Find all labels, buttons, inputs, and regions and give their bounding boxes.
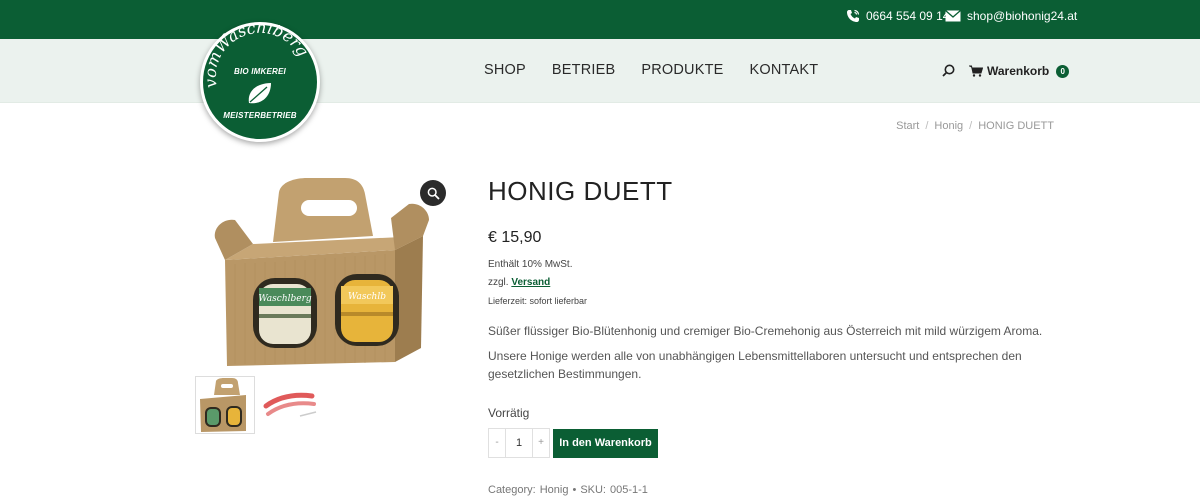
category-label: Category: xyxy=(488,484,536,496)
phone-number: 0664 554 09 14 xyxy=(866,9,950,23)
site-header: SHOP BETRIEB PRODUKTE KONTAKT Warenkorb … xyxy=(0,39,1200,103)
sku-label: SKU: xyxy=(580,484,606,496)
nav-item-produkte[interactable]: PRODUKTE xyxy=(641,62,723,78)
jar1-label: Waschlberg xyxy=(258,294,312,304)
product-price: € 15,90 xyxy=(488,229,542,246)
main-nav: SHOP BETRIEB PRODUKTE KONTAKT xyxy=(484,62,818,78)
envelope-icon xyxy=(945,10,961,22)
search-icon xyxy=(942,64,955,77)
quantity-increase-button[interactable]: + xyxy=(533,429,549,457)
product-description-1: Süßer flüssiger Bio-Blütenhonig und crem… xyxy=(488,324,1043,338)
product-image[interactable]: Waschlberg Waschlb xyxy=(195,174,453,366)
logo-line-meisterbetrieb: MEISTERBETRIEB xyxy=(223,111,297,120)
product-description-2: Unsere Honige werden alle von unabhängig… xyxy=(488,349,1022,381)
logo-script-text: vomWaschlberg xyxy=(203,25,313,89)
thumbnail-product-box[interactable] xyxy=(195,376,255,434)
quantity-stepper[interactable]: - 1 + xyxy=(488,428,550,458)
phone-contact[interactable]: 0664 554 09 14 xyxy=(846,9,949,23)
nav-item-kontakt[interactable]: KONTAKT xyxy=(750,62,819,78)
shipping-prefix: zzgl. xyxy=(488,277,509,288)
magnifier-icon xyxy=(427,187,440,200)
nav-item-shop[interactable]: SHOP xyxy=(484,62,526,78)
cart-label: Warenkorb xyxy=(987,64,1050,78)
breadcrumb-current: HONIG DUETT xyxy=(978,120,1054,132)
cart-count-badge: 0 xyxy=(1056,64,1070,78)
shipping-note: zzgl. Versand xyxy=(488,277,550,288)
quantity-decrease-button[interactable]: - xyxy=(489,429,505,457)
shipping-link[interactable]: Versand xyxy=(511,277,550,288)
stock-status: Vorrätig xyxy=(488,406,530,420)
logo-line-bio-imkerei: BIO IMKEREI xyxy=(234,67,286,76)
breadcrumb: Start / Honig / HONIG DUETT xyxy=(896,120,1054,132)
thumbnail-certification-logo[interactable] xyxy=(260,376,320,434)
phone-icon xyxy=(847,9,860,22)
jar2-label: Waschlb xyxy=(348,292,386,302)
zoom-button[interactable] xyxy=(420,180,446,206)
product-title: HONIG DUETT xyxy=(488,176,673,206)
email-contact[interactable]: shop@biohonig24.at xyxy=(945,9,1077,23)
quantity-input[interactable]: 1 xyxy=(505,429,533,457)
site-logo[interactable]: vomWaschlberg BIO IMKEREI MEISTERBETRIEB xyxy=(200,22,320,142)
tax-note: Enthält 10% MwSt. xyxy=(488,259,573,270)
cart-icon xyxy=(969,65,983,77)
meta-separator: • xyxy=(572,484,577,496)
search-button[interactable] xyxy=(942,64,955,82)
nav-item-betrieb[interactable]: BETRIEB xyxy=(552,62,615,78)
breadcrumb-start[interactable]: Start xyxy=(896,120,919,132)
sku-value: 005-1-1 xyxy=(610,484,648,496)
product-meta: Category: Honig • SKU: 005-1-1 xyxy=(488,484,648,496)
leaf-icon xyxy=(248,83,271,104)
cart-button[interactable]: Warenkorb 0 xyxy=(969,64,1070,78)
svg-text:vomWaschlberg: vomWaschlberg xyxy=(203,25,313,89)
delivery-time: Lieferzeit: sofort lieferbar xyxy=(488,296,588,306)
top-bar: 0664 554 09 14 shop@biohonig24.at xyxy=(0,0,1200,39)
breadcrumb-separator: / xyxy=(969,120,973,132)
email-address: shop@biohonig24.at xyxy=(967,9,1078,23)
breadcrumb-honig[interactable]: Honig xyxy=(934,120,963,132)
add-to-cart-button[interactable]: In den Warenkorb xyxy=(553,429,658,458)
category-link[interactable]: Honig xyxy=(540,484,569,496)
breadcrumb-separator: / xyxy=(925,120,929,132)
